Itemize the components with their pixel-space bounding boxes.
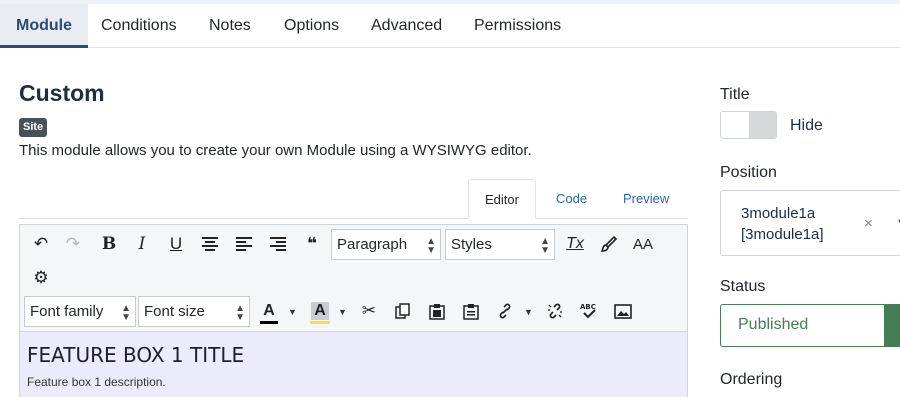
tab-conditions[interactable]: Conditions	[85, 4, 193, 47]
background-color-swatch	[310, 321, 330, 324]
tab-advanced[interactable]: Advanced	[355, 4, 458, 47]
text-color-caret-icon[interactable]: ▼	[288, 307, 297, 317]
image-icon[interactable]	[608, 296, 638, 326]
font-family-value: Font family	[30, 303, 104, 320]
status-label: Status	[720, 278, 766, 295]
tab-permissions[interactable]: Permissions	[458, 4, 577, 47]
select-arrows-icon: ▲ ▼	[426, 236, 436, 256]
align-center-icon[interactable]	[195, 229, 225, 259]
background-color-label: A	[311, 302, 329, 320]
tab-editor[interactable]: Editor	[468, 179, 536, 219]
blockquote-icon[interactable]: ❝	[297, 229, 327, 259]
styles-select-value: Styles	[451, 236, 492, 253]
underline-icon[interactable]: U	[161, 229, 191, 259]
paragraph-select[interactable]: Paragraph ▲ ▼	[331, 229, 441, 260]
link-icon[interactable]	[490, 296, 520, 326]
status-value: Published	[738, 316, 809, 333]
module-description: This module allows you to create your ow…	[19, 142, 532, 159]
ordering-label: Ordering	[720, 371, 783, 388]
svg-text:ABC: ABC	[580, 303, 596, 311]
text-color-swatch	[260, 321, 278, 324]
copy-icon[interactable]	[388, 296, 418, 326]
status-dropdown-button[interactable]	[884, 304, 900, 347]
position-label: Position	[720, 164, 777, 181]
align-left-icon[interactable]	[229, 229, 259, 259]
module-tabs: Module Conditions Notes Options Advanced…	[0, 0, 900, 48]
title-label: Title	[720, 86, 750, 103]
paste-icon[interactable]	[422, 296, 452, 326]
select-arrows-icon: ▲ ▼	[540, 236, 550, 256]
tab-options[interactable]: Options	[268, 4, 355, 47]
brush-icon[interactable]	[594, 229, 624, 259]
clear-position-icon[interactable]: ×	[864, 215, 873, 232]
redo-icon[interactable]: ↷	[58, 229, 88, 259]
wysiwyg-editor: ↶ ↷ B I U ❝ Paragraph ▲ ▼ Styles ▲ ▼ Tx AA…	[19, 224, 688, 397]
position-value-code: [3module1a]	[741, 226, 824, 243]
font-family-select[interactable]: Font family ▲ ▼	[24, 296, 136, 327]
hide-label: Hide	[790, 117, 823, 134]
status-select[interactable]: Published	[720, 304, 900, 347]
title-hide-toggle[interactable]	[720, 111, 777, 139]
tab-preview[interactable]: Preview	[607, 179, 685, 219]
background-color-caret-icon[interactable]: ▼	[338, 307, 347, 317]
content-paragraph: Feature box 1 description.	[27, 375, 166, 389]
unlink-icon[interactable]	[540, 296, 570, 326]
settings-icon[interactable]: ⚙	[26, 263, 56, 293]
toggle-knob	[749, 112, 776, 138]
position-select[interactable]: 3module1a [3module1a] × ▼	[720, 190, 900, 256]
select-arrows-icon: ▲ ▼	[121, 303, 131, 323]
font-size-value: Font size	[144, 303, 205, 320]
undo-icon[interactable]: ↶	[26, 229, 56, 259]
content-heading: FEATURE BOX 1 TITLE	[27, 343, 245, 367]
paragraph-select-value: Paragraph	[337, 236, 408, 253]
site-badge: Site	[19, 118, 48, 137]
page-title: Custom	[19, 80, 105, 106]
editor-content-area[interactable]: FEATURE BOX 1 TITLE Feature box 1 descri…	[20, 331, 687, 397]
select-arrows-icon: ▲ ▼	[235, 303, 245, 323]
styles-select[interactable]: Styles ▲ ▼	[445, 229, 555, 260]
link-caret-icon[interactable]: ▼	[524, 307, 533, 317]
paste-text-icon[interactable]	[456, 296, 486, 326]
position-value-name: 3module1a	[741, 205, 816, 222]
font-format-icon[interactable]: AA	[628, 229, 658, 259]
tab-notes[interactable]: Notes	[193, 4, 267, 47]
align-right-icon[interactable]	[263, 229, 293, 259]
italic-icon[interactable]: I	[127, 229, 157, 259]
tab-module[interactable]: Module	[0, 4, 88, 48]
spellcheck-icon[interactable]: ABC	[574, 296, 604, 326]
position-value: 3module1a [3module1a]	[741, 203, 824, 245]
tab-code[interactable]: Code	[540, 179, 603, 219]
bold-icon[interactable]: B	[94, 229, 124, 259]
chevron-down-icon[interactable]: ▼	[896, 217, 900, 229]
clear-formatting-icon[interactable]: Tx	[560, 229, 590, 259]
cut-icon[interactable]: ✂	[354, 296, 384, 326]
font-size-select[interactable]: Font size ▲ ▼	[138, 296, 250, 327]
